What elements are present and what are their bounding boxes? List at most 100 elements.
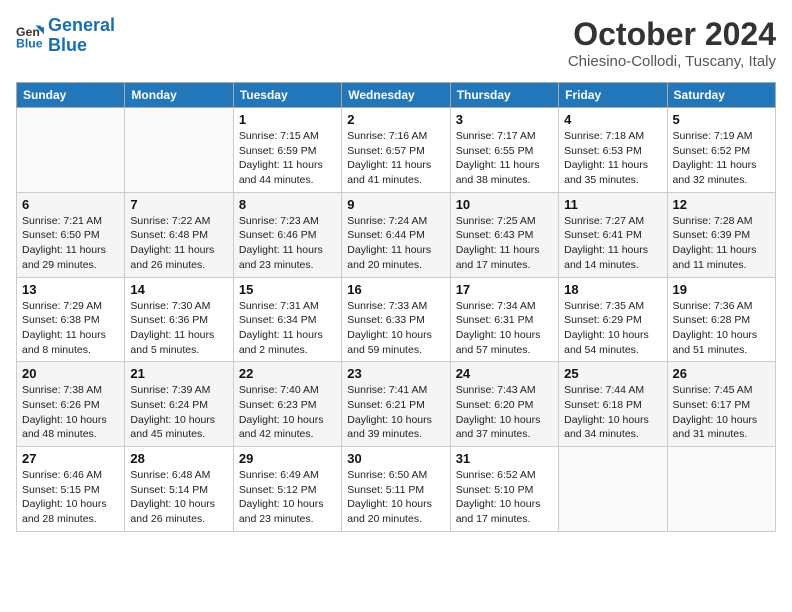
calendar-cell: 11 Sunrise: 7:27 AMSunset: 6:41 PMDayligh… (559, 192, 667, 277)
day-info: Sunrise: 6:49 AMSunset: 5:12 PMDaylight:… (239, 468, 336, 527)
day-info: Sunrise: 7:36 AMSunset: 6:28 PMDaylight:… (673, 299, 770, 358)
day-info: Sunrise: 7:24 AMSunset: 6:44 PMDaylight:… (347, 214, 444, 273)
day-number: 31 (456, 451, 553, 466)
calendar-week-1: 1Sunrise: 7:15 AMSunset: 6:59 PMDaylight… (17, 108, 776, 193)
calendar-cell: 8 Sunrise: 7:23 AMSunset: 6:46 PMDaylight… (233, 192, 341, 277)
day-info: Sunrise: 6:50 AMSunset: 5:11 PMDaylight:… (347, 468, 444, 527)
svg-text:Blue: Blue (16, 36, 43, 50)
calendar-cell (125, 108, 233, 193)
calendar-cell: 4 Sunrise: 7:18 AMSunset: 6:53 PMDaylight… (559, 108, 667, 193)
day-number: 8 (239, 197, 336, 212)
day-info: Sunrise: 6:52 AMSunset: 5:10 PMDaylight:… (456, 468, 553, 527)
day-number: 1 (239, 112, 336, 127)
day-number: 29 (239, 451, 336, 466)
weekday-header-sunday: Sunday (17, 83, 125, 108)
day-number: 16 (347, 282, 444, 297)
calendar-cell: 22 Sunrise: 7:40 AMSunset: 6:23 PMDayligh… (233, 362, 341, 447)
day-info: Sunrise: 7:23 AMSunset: 6:46 PMDaylight:… (239, 214, 336, 273)
day-number: 22 (239, 366, 336, 381)
day-info: Sunrise: 7:19 AMSunset: 6:52 PMDaylight:… (673, 129, 770, 188)
day-info: Sunrise: 7:38 AMSunset: 6:26 PMDaylight:… (22, 383, 119, 442)
day-number: 25 (564, 366, 661, 381)
calendar-cell: 13 Sunrise: 7:29 AMSunset: 6:38 PMDayligh… (17, 277, 125, 362)
calendar-cell (667, 447, 775, 532)
calendar-cell: 30 Sunrise: 6:50 AMSunset: 5:11 PMDayligh… (342, 447, 450, 532)
day-number: 21 (130, 366, 227, 381)
day-number: 2 (347, 112, 444, 127)
header: Gen Blue General Blue October 2024 Chies… (16, 16, 776, 70)
title-area: October 2024 Chiesino-Collodi, Tuscany, … (568, 16, 776, 70)
calendar-cell: 25 Sunrise: 7:44 AMSunset: 6:18 PMDayligh… (559, 362, 667, 447)
day-number: 27 (22, 451, 119, 466)
day-number: 15 (239, 282, 336, 297)
weekday-header-row: SundayMondayTuesdayWednesdayThursdayFrid… (17, 83, 776, 108)
calendar-cell: 20Sunrise: 7:38 AMSunset: 6:26 PMDayligh… (17, 362, 125, 447)
calendar-table: SundayMondayTuesdayWednesdayThursdayFrid… (16, 82, 776, 532)
weekday-header-wednesday: Wednesday (342, 83, 450, 108)
calendar-cell: 16 Sunrise: 7:33 AMSunset: 6:33 PMDayligh… (342, 277, 450, 362)
day-info: Sunrise: 7:28 AMSunset: 6:39 PMDaylight:… (673, 214, 770, 273)
calendar-cell: 17 Sunrise: 7:34 AMSunset: 6:31 PMDayligh… (450, 277, 558, 362)
calendar-week-3: 13 Sunrise: 7:29 AMSunset: 6:38 PMDayligh… (17, 277, 776, 362)
weekday-header-saturday: Saturday (667, 83, 775, 108)
weekday-header-monday: Monday (125, 83, 233, 108)
day-info: Sunrise: 7:33 AMSunset: 6:33 PMDaylight:… (347, 299, 444, 358)
calendar-cell: 6 Sunrise: 7:21 AMSunset: 6:50 PMDaylight… (17, 192, 125, 277)
calendar-cell: 1Sunrise: 7:15 AMSunset: 6:59 PMDaylight… (233, 108, 341, 193)
day-number: 9 (347, 197, 444, 212)
day-number: 5 (673, 112, 770, 127)
calendar-cell (559, 447, 667, 532)
calendar-cell: 24 Sunrise: 7:43 AMSunset: 6:20 PMDayligh… (450, 362, 558, 447)
calendar-week-5: 27Sunrise: 6:46 AMSunset: 5:15 PMDayligh… (17, 447, 776, 532)
day-info: Sunrise: 7:39 AMSunset: 6:24 PMDaylight:… (130, 383, 227, 442)
calendar-cell: 7Sunrise: 7:22 AMSunset: 6:48 PMDaylight… (125, 192, 233, 277)
calendar-cell: 9 Sunrise: 7:24 AMSunset: 6:44 PMDaylight… (342, 192, 450, 277)
day-info: Sunrise: 7:27 AMSunset: 6:41 PMDaylight:… (564, 214, 661, 273)
day-number: 7 (130, 197, 227, 212)
calendar-cell: 31 Sunrise: 6:52 AMSunset: 5:10 PMDayligh… (450, 447, 558, 532)
day-info: Sunrise: 7:21 AMSunset: 6:50 PMDaylight:… (22, 214, 119, 273)
weekday-header-tuesday: Tuesday (233, 83, 341, 108)
day-info: Sunrise: 7:35 AMSunset: 6:29 PMDaylight:… (564, 299, 661, 358)
calendar-cell: 14 Sunrise: 7:30 AMSunset: 6:36 PMDayligh… (125, 277, 233, 362)
day-info: Sunrise: 6:48 AMSunset: 5:14 PMDaylight:… (130, 468, 227, 527)
day-info: Sunrise: 7:40 AMSunset: 6:23 PMDaylight:… (239, 383, 336, 442)
day-info: Sunrise: 7:18 AMSunset: 6:53 PMDaylight:… (564, 129, 661, 188)
calendar-cell: 28Sunrise: 6:48 AMSunset: 5:14 PMDayligh… (125, 447, 233, 532)
calendar-cell: 27Sunrise: 6:46 AMSunset: 5:15 PMDayligh… (17, 447, 125, 532)
calendar-cell: 10Sunrise: 7:25 AMSunset: 6:43 PMDayligh… (450, 192, 558, 277)
calendar-cell: 18 Sunrise: 7:35 AMSunset: 6:29 PMDayligh… (559, 277, 667, 362)
day-number: 4 (564, 112, 661, 127)
calendar-cell: 21 Sunrise: 7:39 AMSunset: 6:24 PMDayligh… (125, 362, 233, 447)
day-number: 17 (456, 282, 553, 297)
day-number: 30 (347, 451, 444, 466)
day-info: Sunrise: 7:44 AMSunset: 6:18 PMDaylight:… (564, 383, 661, 442)
calendar-cell: 3 Sunrise: 7:17 AMSunset: 6:55 PMDaylight… (450, 108, 558, 193)
day-number: 6 (22, 197, 119, 212)
calendar-cell: 26Sunrise: 7:45 AMSunset: 6:17 PMDayligh… (667, 362, 775, 447)
logo-text: General Blue (48, 16, 115, 56)
month-title: October 2024 (568, 16, 776, 53)
day-number: 10 (456, 197, 553, 212)
day-info: Sunrise: 7:29 AMSunset: 6:38 PMDaylight:… (22, 299, 119, 358)
calendar-cell: 29 Sunrise: 6:49 AMSunset: 5:12 PMDayligh… (233, 447, 341, 532)
day-info: Sunrise: 7:16 AMSunset: 6:57 PMDaylight:… (347, 129, 444, 188)
calendar-week-4: 20Sunrise: 7:38 AMSunset: 6:26 PMDayligh… (17, 362, 776, 447)
day-number: 12 (673, 197, 770, 212)
day-info: Sunrise: 7:41 AMSunset: 6:21 PMDaylight:… (347, 383, 444, 442)
day-number: 3 (456, 112, 553, 127)
day-info: Sunrise: 7:43 AMSunset: 6:20 PMDaylight:… (456, 383, 553, 442)
day-info: Sunrise: 7:30 AMSunset: 6:36 PMDaylight:… (130, 299, 227, 358)
day-number: 11 (564, 197, 661, 212)
day-number: 14 (130, 282, 227, 297)
day-number: 13 (22, 282, 119, 297)
day-number: 18 (564, 282, 661, 297)
calendar-cell: 15Sunrise: 7:31 AMSunset: 6:34 PMDayligh… (233, 277, 341, 362)
calendar-body: 1Sunrise: 7:15 AMSunset: 6:59 PMDaylight… (17, 108, 776, 532)
day-number: 24 (456, 366, 553, 381)
day-info: Sunrise: 7:17 AMSunset: 6:55 PMDaylight:… (456, 129, 553, 188)
day-info: Sunrise: 7:34 AMSunset: 6:31 PMDaylight:… (456, 299, 553, 358)
logo-icon: Gen Blue (16, 22, 44, 50)
calendar-cell: 2 Sunrise: 7:16 AMSunset: 6:57 PMDaylight… (342, 108, 450, 193)
calendar-cell: 5 Sunrise: 7:19 AMSunset: 6:52 PMDaylight… (667, 108, 775, 193)
